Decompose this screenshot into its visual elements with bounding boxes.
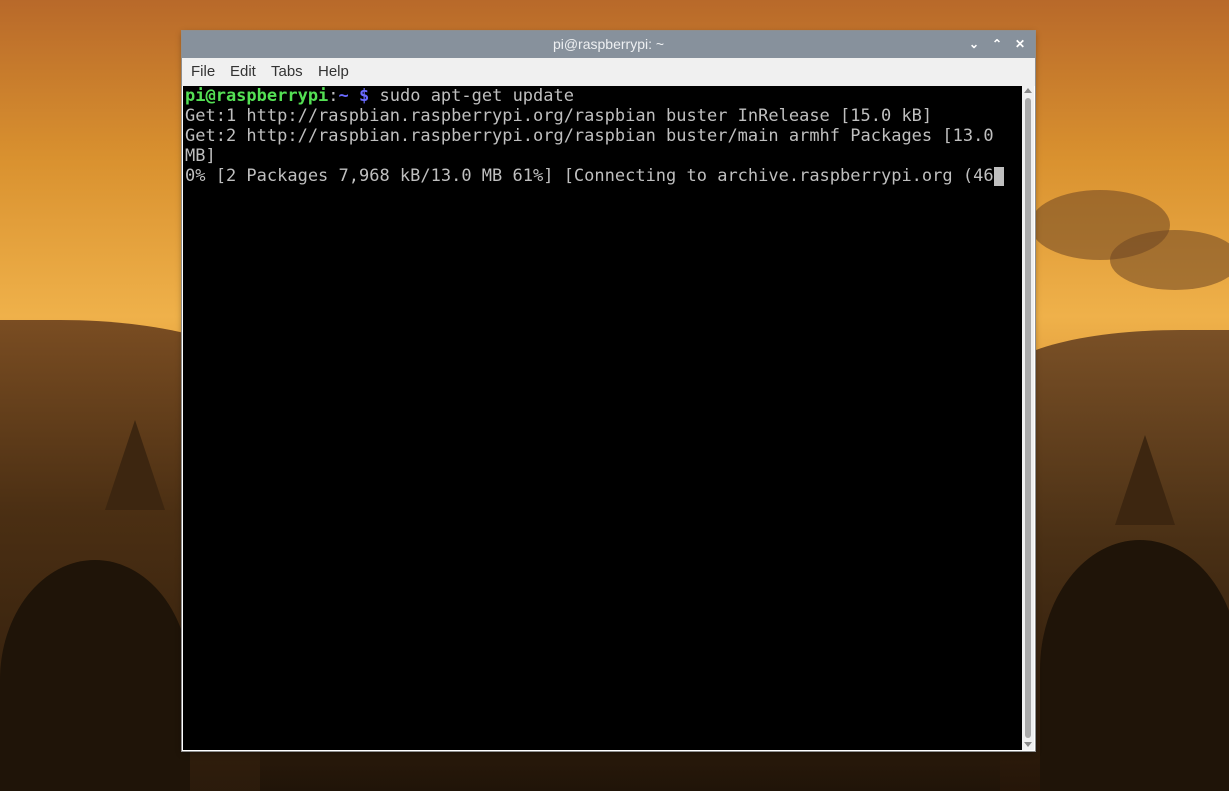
menu-bar: File Edit Tabs Help [182, 58, 1035, 86]
menu-edit[interactable]: Edit [229, 58, 257, 86]
progress-line: 0% [2 Packages 7,968 kB/13.0 MB 61%] [Co… [185, 166, 1004, 186]
prompt-symbol: $ [348, 86, 370, 106]
minimize-button[interactable]: ⌄ [965, 31, 983, 58]
temple-left [105, 420, 165, 510]
vertical-scrollbar[interactable] [1022, 86, 1034, 750]
terminal-window: pi@raspberrypi: ~ ⌄ ⌃ ✕ File Edit Tabs H… [182, 31, 1035, 751]
scroll-down-arrow-icon[interactable] [1024, 742, 1032, 747]
prompt-line: pi@raspberrypi:~ $ sudo apt-get update [185, 86, 574, 106]
prompt-user-host: pi@raspberrypi [185, 86, 329, 106]
prompt-path: ~ [338, 86, 349, 106]
menu-help[interactable]: Help [317, 58, 350, 86]
progress-text: 0% [2 Packages 7,968 kB/13.0 MB 61%] [Co… [185, 166, 994, 186]
scrollbar-thumb[interactable] [1025, 98, 1031, 738]
window-title: pi@raspberrypi: ~ [552, 36, 665, 52]
text-cursor [993, 167, 1004, 186]
cloud [1110, 230, 1229, 290]
trees-right [1040, 540, 1229, 791]
output-line: Get:2 http://raspbian.raspberrypi.org/ra… [185, 126, 994, 146]
menu-file[interactable]: File [190, 58, 216, 86]
maximize-button[interactable]: ⌃ [988, 31, 1006, 58]
trees-left [0, 560, 190, 791]
terminal-output-area[interactable]: pi@raspberrypi:~ $ sudo apt-get update G… [183, 86, 1022, 750]
prompt-separator: : [328, 86, 339, 106]
scroll-up-arrow-icon[interactable] [1024, 88, 1032, 93]
title-bar[interactable]: pi@raspberrypi: ~ ⌄ ⌃ ✕ [182, 31, 1035, 58]
output-line: MB] [185, 146, 216, 166]
close-button[interactable]: ✕ [1011, 31, 1029, 58]
output-line: Get:1 http://raspbian.raspberrypi.org/ra… [185, 106, 933, 126]
prompt-command: sudo apt-get update [369, 86, 574, 106]
temple-right [1115, 435, 1175, 525]
menu-tabs[interactable]: Tabs [270, 58, 304, 86]
